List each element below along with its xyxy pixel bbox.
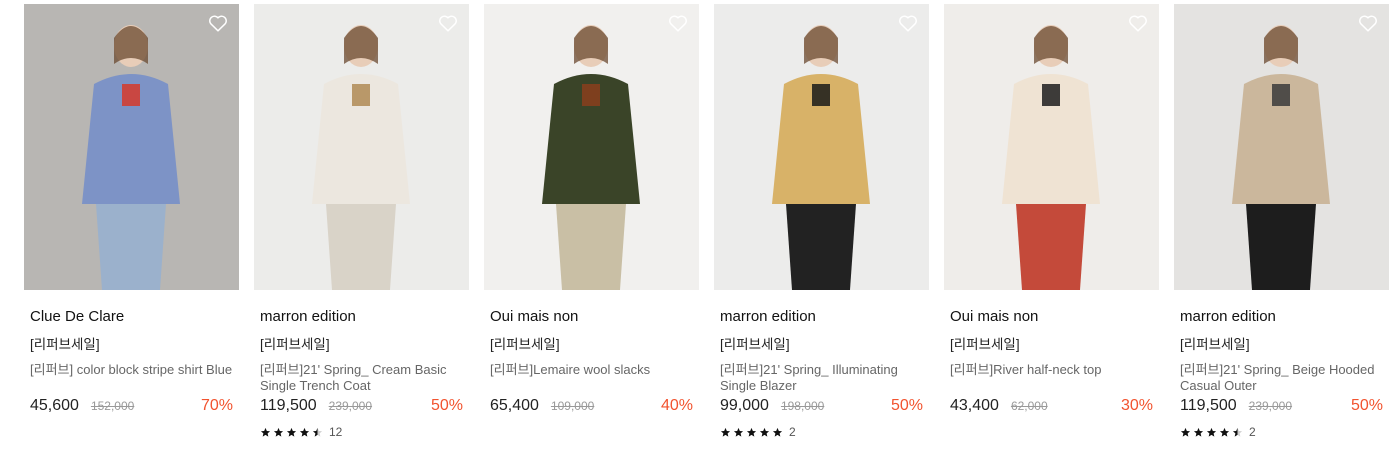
sale-price: 43,400 — [950, 397, 999, 414]
product-card[interactable]: marron edition [리퍼브세일] [리퍼브]21' Spring_ … — [254, 4, 469, 439]
rating — [950, 425, 1153, 439]
star-icon — [286, 427, 297, 437]
product-brand[interactable]: Clue De Clare — [30, 308, 233, 326]
product-image[interactable] — [484, 4, 699, 290]
sale-price: 119,500 — [1180, 397, 1237, 414]
rating — [490, 425, 693, 439]
product-photo — [254, 4, 469, 290]
price-row: 119,500 239,000 50% — [260, 397, 463, 419]
star-icon — [1219, 427, 1230, 437]
product-card[interactable]: Oui mais non [리퍼브세일] [리퍼브]River half-nec… — [944, 4, 1159, 439]
sale-price: 119,500 — [260, 397, 317, 414]
heart-outline-icon[interactable] — [1357, 12, 1379, 34]
price-row: 43,400 62,000 30% — [950, 397, 1153, 419]
discount-rate: 40% — [660, 397, 693, 414]
rating — [30, 425, 233, 439]
product-tag: [리퍼브세일] — [720, 337, 790, 352]
rating: 2 — [720, 425, 923, 439]
review-count: 2 — [1249, 425, 1256, 439]
product-photo — [1174, 4, 1389, 290]
star-icon — [720, 427, 731, 437]
price-row: 99,000 198,000 50% — [720, 397, 923, 419]
price-row: 119,500 239,000 50% — [1180, 397, 1383, 419]
product-name[interactable]: [리퍼브]21' Spring_ Cream Basic Single Tren… — [260, 362, 463, 394]
product-image[interactable] — [254, 4, 469, 290]
star-icon — [772, 427, 783, 437]
product-card[interactable]: Oui mais non [리퍼브세일] [리퍼브]Lemaire wool s… — [484, 4, 699, 439]
product-image[interactable] — [24, 4, 239, 290]
discount-rate: 70% — [200, 397, 233, 414]
product-card[interactable]: marron edition [리퍼브세일] [리퍼브]21' Spring_ … — [714, 4, 929, 439]
product-card[interactable]: Clue De Clare [리퍼브세일] [리퍼브] color block … — [24, 4, 239, 439]
original-price: 239,000 — [1248, 399, 1293, 413]
rating-stars — [260, 427, 323, 438]
price-row: 65,400 109,000 40% — [490, 397, 693, 419]
star-icon — [1180, 427, 1191, 437]
heart-outline-icon[interactable] — [1127, 12, 1149, 34]
heart-outline-icon[interactable] — [897, 12, 919, 34]
product-grid: Clue De Clare [리퍼브세일] [리퍼브] color block … — [24, 4, 1389, 439]
star-icon — [759, 427, 770, 437]
product-photo — [714, 4, 929, 290]
product-photo — [944, 4, 1159, 290]
heart-outline-icon[interactable] — [437, 12, 459, 34]
product-tag: [리퍼브세일] — [30, 337, 100, 352]
review-count: 2 — [789, 425, 796, 439]
sale-price: 99,000 — [720, 397, 769, 414]
product-photo — [24, 4, 239, 290]
sale-price: 45,600 — [30, 397, 79, 414]
product-brand[interactable]: marron edition — [260, 308, 463, 326]
star-icon — [299, 427, 310, 437]
star-icon — [1193, 427, 1204, 437]
product-brand[interactable]: marron edition — [1180, 308, 1383, 326]
review-count: 12 — [329, 425, 343, 439]
star-icon — [273, 427, 284, 437]
original-price: 62,000 — [1010, 399, 1048, 413]
product-name[interactable]: [리퍼브]21' Spring_ Beige Hooded Casual Out… — [1180, 362, 1383, 394]
price-row: 45,600 152,000 70% — [30, 397, 233, 419]
star-icon — [260, 427, 271, 437]
rating: 12 — [260, 425, 463, 439]
rating: 2 — [1180, 425, 1383, 439]
product-brand[interactable]: Oui mais non — [950, 308, 1153, 326]
product-tag: [리퍼브세일] — [260, 337, 330, 352]
heart-outline-icon[interactable] — [667, 12, 689, 34]
product-image[interactable] — [1174, 4, 1389, 290]
product-brand[interactable]: Oui mais non — [490, 308, 693, 326]
product-name[interactable]: [리퍼브]Lemaire wool slacks — [490, 362, 693, 394]
original-price: 239,000 — [328, 399, 373, 413]
heart-outline-icon[interactable] — [207, 12, 229, 34]
sale-price: 65,400 — [490, 397, 539, 414]
rating-stars — [720, 427, 783, 438]
discount-rate: 50% — [1350, 397, 1383, 414]
star-icon — [312, 427, 323, 437]
product-tag: [리퍼브세일] — [490, 337, 560, 352]
product-card[interactable]: marron edition [리퍼브세일] [리퍼브]21' Spring_ … — [1174, 4, 1389, 439]
discount-rate: 30% — [1120, 397, 1153, 414]
discount-rate: 50% — [890, 397, 923, 414]
rating-stars — [1180, 427, 1243, 438]
product-photo — [484, 4, 699, 290]
discount-rate: 50% — [430, 397, 463, 414]
product-image[interactable] — [714, 4, 929, 290]
star-icon — [746, 427, 757, 437]
star-icon — [1232, 427, 1243, 437]
original-price: 152,000 — [90, 399, 135, 413]
product-name[interactable]: [리퍼브]21' Spring_ Illuminating Single Bla… — [720, 362, 923, 394]
product-tag: [리퍼브세일] — [950, 337, 1020, 352]
product-image[interactable] — [944, 4, 1159, 290]
product-name[interactable]: [리퍼브] color block stripe shirt Blue — [30, 362, 233, 394]
original-price: 109,000 — [550, 399, 595, 413]
star-icon — [1206, 427, 1217, 437]
star-icon — [733, 427, 744, 437]
product-name[interactable]: [리퍼브]River half-neck top — [950, 362, 1153, 394]
product-tag: [리퍼브세일] — [1180, 337, 1250, 352]
original-price: 198,000 — [780, 399, 825, 413]
product-brand[interactable]: marron edition — [720, 308, 923, 326]
